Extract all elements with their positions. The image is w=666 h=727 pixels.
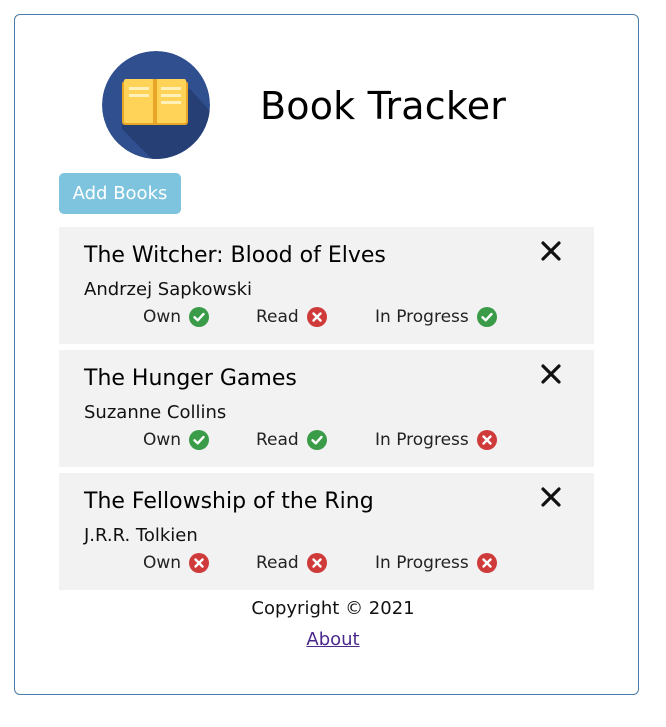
- page-title: Book Tracker: [260, 84, 507, 128]
- status-label: Read: [256, 430, 299, 450]
- read-status: Read: [256, 430, 327, 450]
- copyright-text: Copyright © 2021: [251, 598, 415, 619]
- book-title: The Fellowship of the Ring: [84, 489, 374, 514]
- check-circle-icon: [476, 307, 497, 327]
- book-author: J.R.R. Tolkien: [84, 525, 198, 546]
- read-status: Read: [256, 553, 327, 573]
- check-circle-icon: [189, 430, 210, 450]
- book-card: The Witcher: Blood of Elves Andrzej Sapko…: [59, 227, 594, 344]
- x-circle-icon: [306, 307, 327, 327]
- status-label: In Progress: [375, 307, 469, 327]
- status-label: Read: [256, 553, 299, 573]
- status-label: In Progress: [375, 430, 469, 450]
- read-status: Read: [256, 307, 327, 327]
- close-icon[interactable]: [539, 485, 563, 509]
- x-circle-icon: [306, 553, 327, 573]
- status-label: Read: [256, 307, 299, 327]
- status-label: Own: [143, 307, 182, 327]
- open-book-icon: [102, 51, 210, 159]
- in-progress-status: In Progress: [375, 430, 497, 450]
- own-status: Own: [143, 430, 210, 450]
- close-icon[interactable]: [539, 362, 563, 386]
- book-title: The Hunger Games: [84, 366, 297, 391]
- add-books-button[interactable]: Add Books: [59, 173, 181, 214]
- status-label: In Progress: [375, 553, 469, 573]
- book-title: The Witcher: Blood of Elves: [84, 243, 386, 268]
- own-status: Own: [143, 553, 210, 573]
- status-label: Own: [143, 553, 182, 573]
- x-circle-icon: [476, 430, 497, 450]
- book-author: Andrzej Sapkowski: [84, 279, 252, 300]
- in-progress-status: In Progress: [375, 553, 497, 573]
- book-card: The Hunger Games Suzanne Collins Own Read In…: [59, 350, 594, 467]
- close-icon[interactable]: [539, 239, 563, 263]
- status-label: Own: [143, 430, 182, 450]
- book-author: Suzanne Collins: [84, 402, 227, 423]
- own-status: Own: [143, 307, 210, 327]
- about-row: About: [0, 629, 666, 650]
- check-circle-icon: [306, 430, 327, 450]
- about-link[interactable]: About: [306, 629, 359, 650]
- check-circle-icon: [189, 307, 210, 327]
- x-circle-icon: [476, 553, 497, 573]
- x-circle-icon: [189, 553, 210, 573]
- book-card: The Fellowship of the Ring J.R.R. Tolkien…: [59, 473, 594, 590]
- in-progress-status: In Progress: [375, 307, 497, 327]
